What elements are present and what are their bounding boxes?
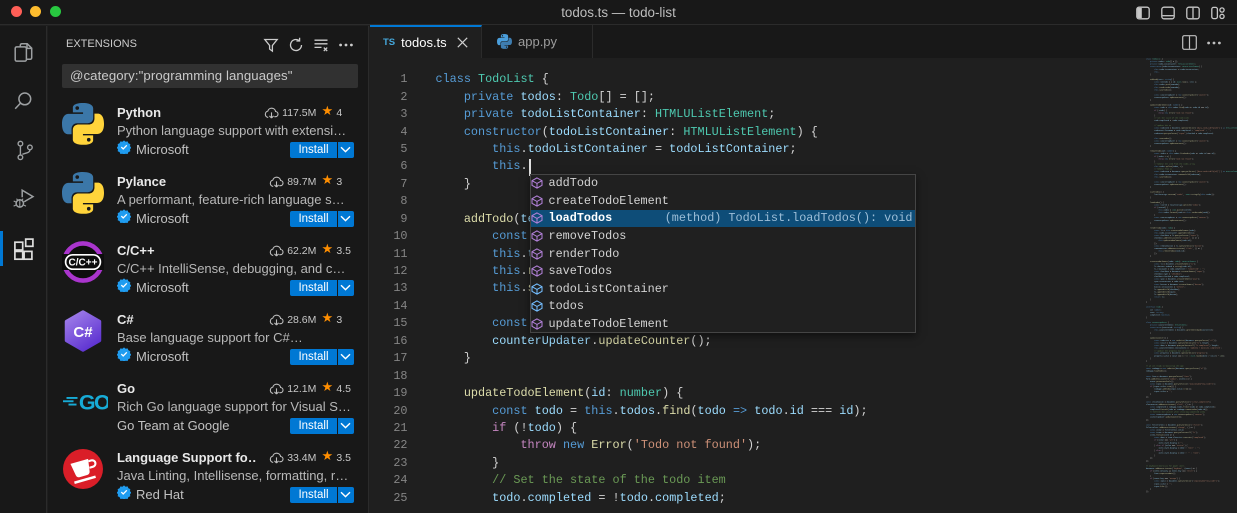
svg-text:C#: C# [73, 324, 93, 341]
svg-text:C/C++: C/C++ [69, 257, 98, 268]
svg-text:GO: GO [79, 390, 108, 414]
